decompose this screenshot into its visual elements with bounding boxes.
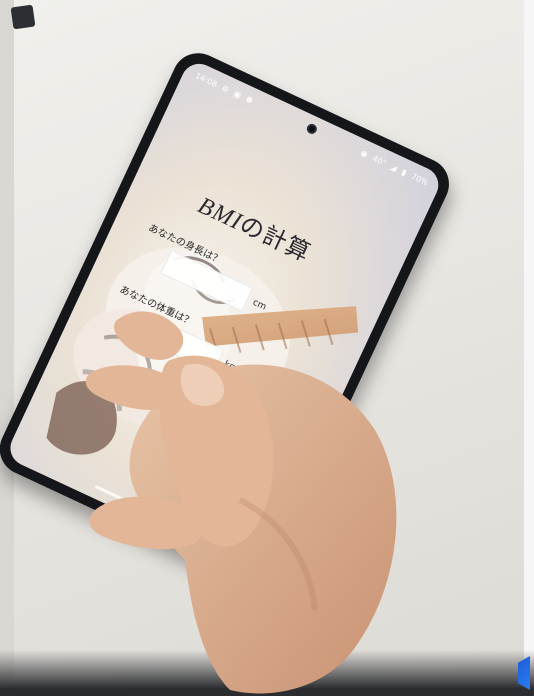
vibrate-icon: ◉ [359,147,370,159]
smartphone: 14:08 ⚙ ▣ ◉ 40° ◢ ▮ 70% BMIの計算 あなたの身長は？ [0,44,458,589]
corner-object [10,4,36,30]
signal-icon: ◢ [389,161,399,173]
settings-icon: ⚙ [220,82,231,95]
dot-icon [245,95,254,104]
battery-icon: ▮ [400,166,409,178]
bottom-shadow [0,650,534,696]
right-edge [524,0,534,696]
desk-edge [0,0,14,696]
image-icon: ▣ [232,88,243,100]
status-temp: 40° [371,153,388,168]
photo-scene: 14:08 ⚙ ▣ ◉ 40° ◢ ▮ 70% BMIの計算 あなたの身長は？ [0,0,534,696]
